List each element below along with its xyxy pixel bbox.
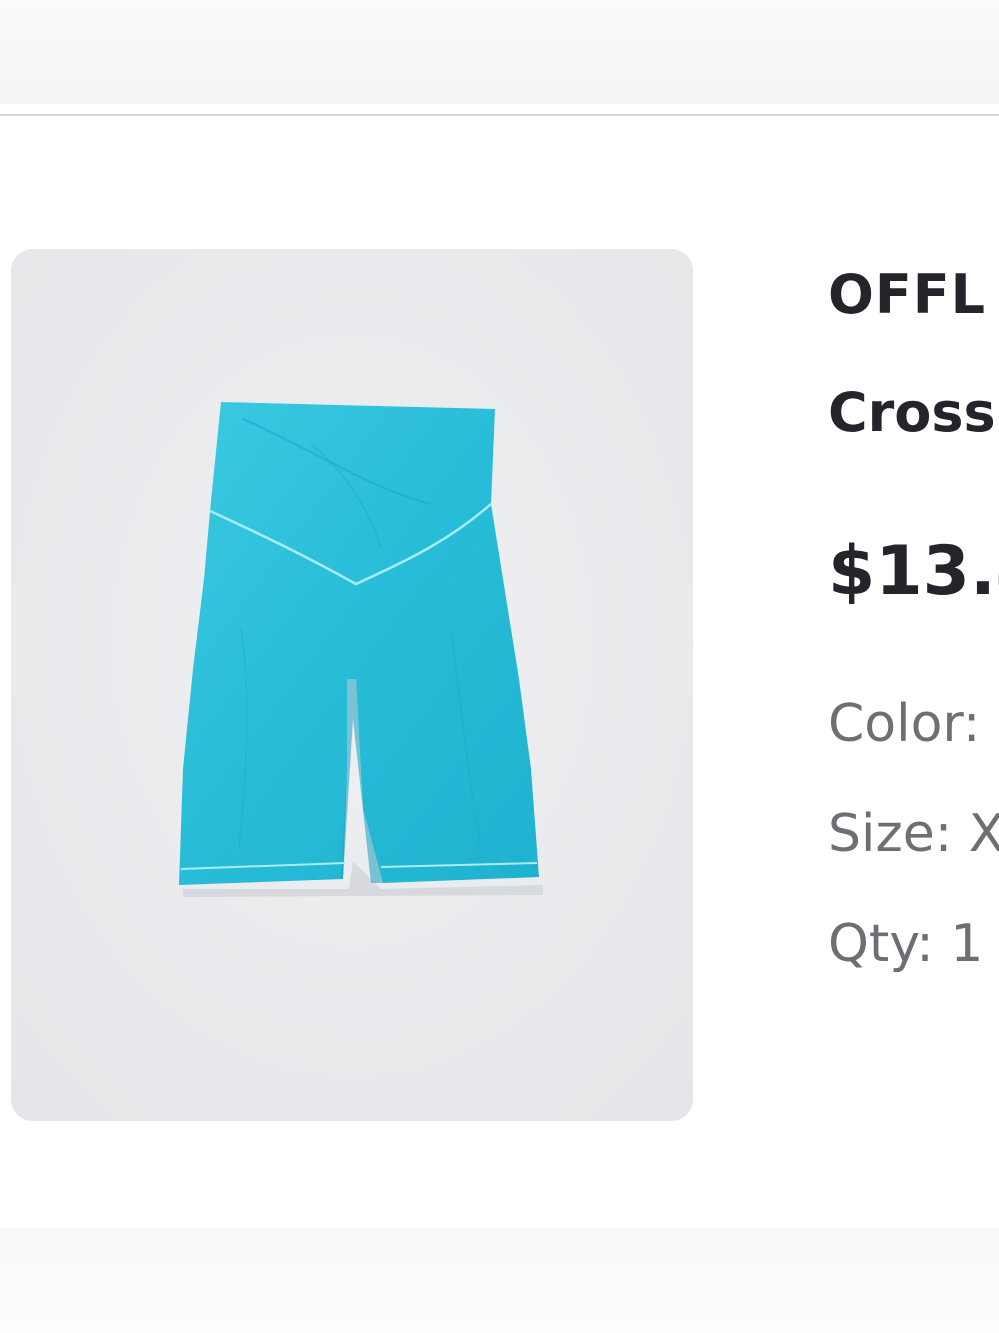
bottom-bar	[0, 1228, 999, 1333]
top-bar	[0, 0, 999, 104]
quantity-label[interactable]: Qty: 1	[828, 912, 983, 976]
top-divider	[0, 114, 999, 116]
product-brand[interactable]: OFFL	[828, 262, 986, 328]
size-label: Size: X	[828, 804, 999, 864]
product-image[interactable]	[11, 249, 693, 1121]
color-label: Color:	[828, 694, 981, 754]
product-price: $13.4	[828, 532, 999, 611]
bike-shorts-illustration	[11, 249, 693, 1121]
product-name[interactable]: Cross	[828, 380, 996, 446]
cart-item-page: OFFL Cross $13.4 Color: Size: X Qty: 1	[0, 0, 999, 1333]
